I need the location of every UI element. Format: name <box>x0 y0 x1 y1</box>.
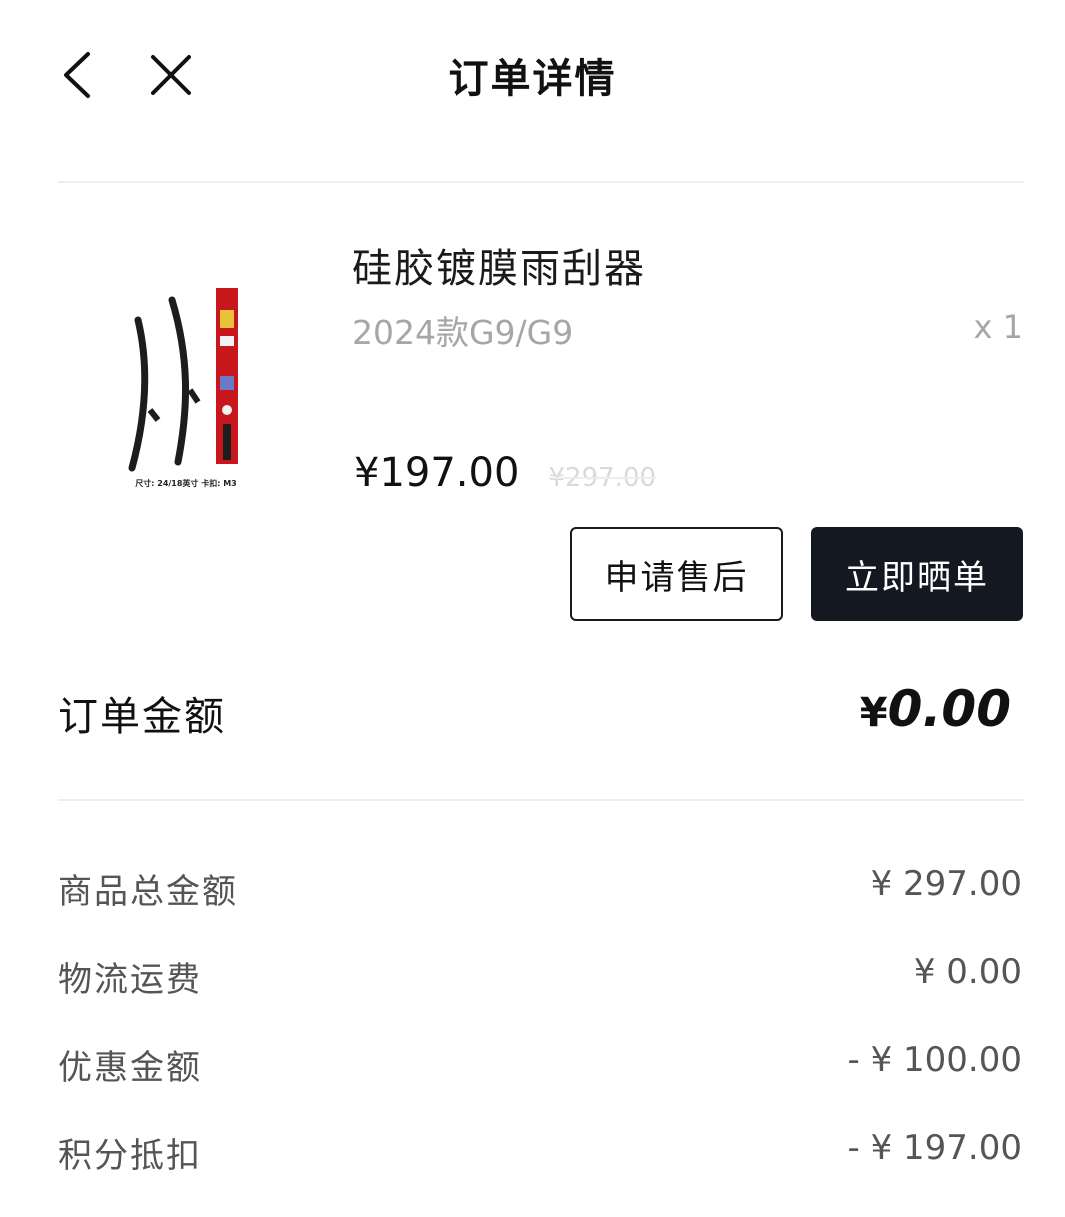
divider <box>58 181 1024 183</box>
page-title: 订单详情 <box>448 56 617 102</box>
summary-label: 商品总金额 <box>58 872 238 912</box>
product-original-price: ¥297.00 <box>548 463 657 493</box>
summary-value: - ¥ 197.00 <box>847 1128 1022 1168</box>
product-price: ¥197.00 <box>354 450 520 496</box>
summary-row-discount: 优惠金额 - ¥ 100.00 <box>58 1040 1022 1090</box>
summary-label: 积分抵扣 <box>58 1136 202 1176</box>
product-image[interactable]: 尺寸: 24/18英寸 卡扣: M3 <box>100 210 280 500</box>
header: 订单详情 <box>0 0 1065 150</box>
product-name: 硅胶镀膜雨刮器 <box>352 246 646 292</box>
order-amount-number: 0.00 <box>887 680 1011 738</box>
share-review-button[interactable]: 立即晒单 <box>811 527 1023 621</box>
product-quantity: x 1 <box>973 308 1023 346</box>
product-variant: 2024款G9/G9 <box>352 313 574 352</box>
order-amount-currency: ¥ <box>859 690 888 736</box>
summary-row-goods-total: 商品总金额 ¥ 297.00 <box>58 864 1022 914</box>
summary-value: ¥ 0.00 <box>913 952 1022 992</box>
order-amount-value: ¥0.00 <box>860 680 1011 738</box>
order-amount-label: 订单金额 <box>58 694 226 740</box>
summary-value: ¥ 297.00 <box>870 864 1022 904</box>
product-image-caption: 尺寸: 24/18英寸 卡扣: M3 <box>135 478 236 488</box>
summary-label: 优惠金额 <box>58 1048 202 1088</box>
price-row: ¥197.00 ¥297.00 <box>354 450 656 496</box>
divider <box>58 799 1024 801</box>
summary-label: 物流运费 <box>58 960 202 1000</box>
summary-row-shipping: 物流运费 ¥ 0.00 <box>58 952 1022 1002</box>
order-detail-page: 订单详情 尺寸: 24/18英寸 卡扣: M3 硅胶镀膜雨刮器 2024款G9/… <box>0 0 1065 1217</box>
summary-row-points-deduction: 积分抵扣 - ¥ 197.00 <box>58 1128 1022 1178</box>
apply-after-sale-button[interactable]: 申请售后 <box>570 527 783 621</box>
summary-value: - ¥ 100.00 <box>847 1040 1022 1080</box>
